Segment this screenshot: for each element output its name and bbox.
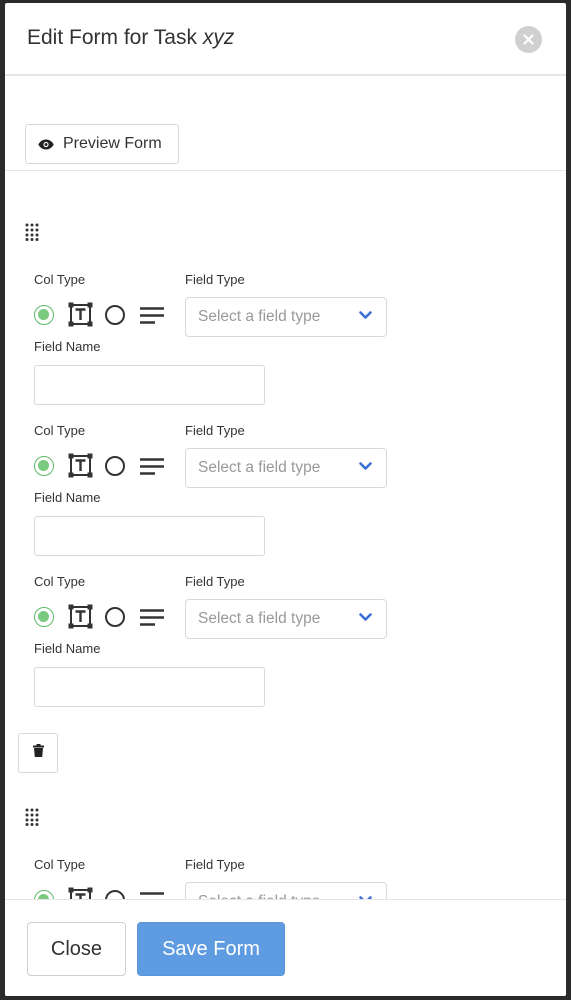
field-type-label: Field Type [185, 272, 245, 287]
field-type-label: Field Type [185, 574, 245, 589]
field-type-placeholder: Select a field type [198, 308, 321, 325]
modal-header: Edit Form for Task xyz [5, 3, 566, 76]
preview-form-label: Preview Form [63, 135, 162, 152]
field-type-select[interactable]: Select a field type [185, 297, 387, 337]
close-button[interactable]: Close [27, 922, 126, 976]
chevron-down-icon [359, 613, 372, 622]
col-type-radio-paragraph[interactable] [105, 890, 125, 899]
field-name-label: Field Name [34, 490, 101, 505]
delete-group-button[interactable] [18, 733, 58, 773]
paragraph-icon [139, 458, 165, 475]
modal-body[interactable]: Preview Form Col Type Field Type Select … [5, 78, 566, 899]
close-icon[interactable] [515, 26, 542, 53]
form-row: Col Type Field Type Select a field type … [5, 421, 566, 561]
col-type-label: Col Type [34, 574, 86, 589]
drag-handle-icon[interactable] [25, 223, 41, 241]
chevron-down-icon [359, 311, 372, 320]
field-type-placeholder: Select a field type [198, 610, 321, 627]
col-type-radio-text[interactable] [34, 890, 54, 899]
chevron-down-icon [359, 462, 372, 471]
text-box-icon [68, 453, 93, 478]
col-type-label: Col Type [34, 423, 86, 438]
field-name-label: Field Name [34, 641, 101, 656]
eye-icon [38, 139, 54, 150]
col-type-radio-text[interactable] [34, 456, 54, 476]
divider [5, 170, 566, 171]
field-type-select[interactable]: Select a field type [185, 448, 387, 488]
form-row: Col Type Field Type Select a field type … [5, 572, 566, 712]
text-box-icon [68, 887, 93, 899]
save-form-button[interactable]: Save Form [137, 922, 285, 976]
col-type-label: Col Type [34, 857, 86, 872]
modal-footer: Close Save Form [5, 899, 566, 996]
modal-title: Edit Form for Task xyz [27, 26, 234, 50]
field-name-label: Field Name [34, 339, 101, 354]
modal-title-task: xyz [202, 26, 235, 49]
text-box-icon [68, 302, 93, 327]
col-type-radio-text[interactable] [34, 607, 54, 627]
form-row: Col Type Field Type Select a field type [5, 855, 566, 899]
form-row: Col Type Field Type Select a field type … [5, 270, 566, 410]
field-name-input[interactable] [34, 667, 265, 707]
paragraph-icon [139, 892, 165, 899]
field-type-label: Field Type [185, 857, 245, 872]
field-name-input[interactable] [34, 365, 265, 405]
modal-title-prefix: Edit Form for Task [27, 26, 203, 49]
col-type-label: Col Type [34, 272, 86, 287]
paragraph-icon [139, 609, 165, 626]
col-type-radio-text[interactable] [34, 305, 54, 325]
field-type-placeholder: Select a field type [198, 459, 321, 476]
text-box-icon [68, 604, 93, 629]
field-type-select[interactable]: Select a field type [185, 599, 387, 639]
field-type-label: Field Type [185, 423, 245, 438]
trash-icon [32, 744, 44, 762]
paragraph-icon [139, 307, 165, 324]
col-type-radio-paragraph[interactable] [105, 607, 125, 627]
edit-form-modal: Edit Form for Task xyz Preview Form Col … [5, 3, 566, 996]
col-type-radio-paragraph[interactable] [105, 456, 125, 476]
field-name-input[interactable] [34, 516, 265, 556]
preview-form-button[interactable]: Preview Form [25, 124, 179, 164]
field-type-select[interactable]: Select a field type [185, 882, 387, 899]
drag-handle-icon[interactable] [25, 808, 41, 826]
col-type-radio-paragraph[interactable] [105, 305, 125, 325]
